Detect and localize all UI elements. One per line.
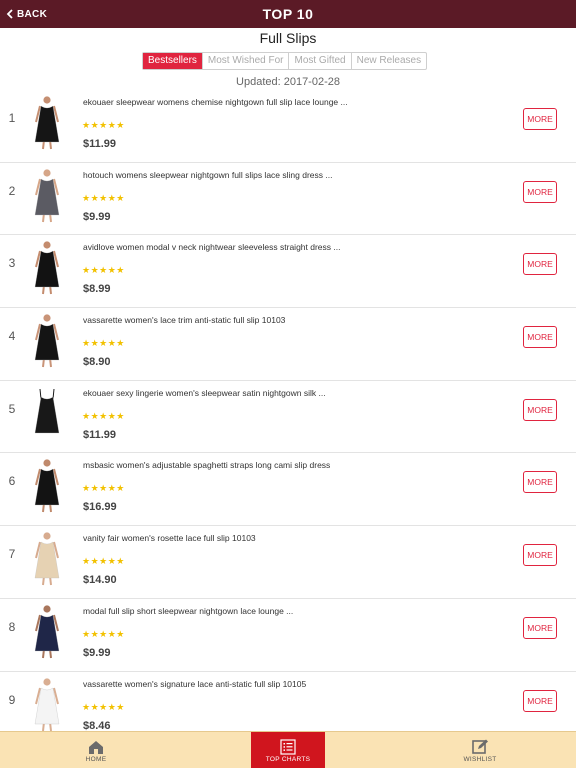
list-item[interactable]: 7 vanity fair women's rosette lace full s… [0, 526, 576, 599]
product-name[interactable]: vassarette women's signature lace anti-s… [83, 679, 503, 689]
tab-home[interactable]: HOME [59, 732, 133, 768]
category-title: Full Slips [259, 30, 317, 46]
rank-number: 4 [8, 329, 16, 344]
tab-bestsellers[interactable]: Bestsellers [143, 53, 202, 69]
tab-wishlist[interactable]: WISHLIST [443, 732, 517, 768]
more-button[interactable]: MORE [523, 253, 557, 276]
star-rating: ★★★★★ [82, 701, 125, 712]
product-name[interactable]: hotouch womens sleepwear nightgown full … [83, 170, 503, 180]
home-icon [89, 740, 103, 754]
rank-number: 7 [8, 547, 16, 562]
more-button[interactable]: MORE [523, 544, 557, 567]
product-price: $9.99 [83, 646, 111, 659]
product-price: $8.90 [83, 356, 111, 369]
list-item[interactable]: 5 ekouaer sexy lingerie women's sleepwear… [0, 381, 576, 454]
back-label: BACK [17, 8, 48, 20]
star-rating: ★★★★★ [82, 192, 125, 203]
product-image[interactable] [26, 676, 68, 732]
tab-home-label: HOME [85, 755, 107, 763]
product-price: $8.99 [83, 283, 111, 296]
star-rating: ★★★★★ [82, 556, 125, 567]
tab-wishlist-label: WISHLIST [463, 755, 497, 763]
list-item[interactable]: 3 avidlove women modal v neck nightwear s… [0, 235, 576, 309]
more-button[interactable]: MORE [523, 180, 557, 203]
rank-number: 8 [8, 619, 16, 634]
list-item[interactable]: 4 vassarette women's lace trim anti-stati… [0, 308, 576, 381]
tab-most-gifted[interactable]: Most Gifted [288, 53, 350, 69]
product-image[interactable] [26, 530, 68, 586]
updated-date: Updated: 2017-02-28 [236, 76, 340, 88]
list-item[interactable]: 6 msbasic women's adjustable spaghetti st… [0, 453, 576, 527]
product-name[interactable]: ekouaer sleepwear womens chemise nightgo… [83, 97, 503, 107]
more-button[interactable]: MORE [523, 108, 557, 130]
product-image[interactable] [26, 94, 68, 150]
star-rating: ★★★★★ [82, 338, 125, 349]
ranking-segmented-control: Bestsellers Most Wished For Most Gifted … [142, 52, 428, 70]
tab-top-charts[interactable]: TOP CHARTS [251, 732, 325, 768]
back-button[interactable]: BACK [6, 0, 47, 28]
product-name[interactable]: msbasic women's adjustable spaghetti str… [83, 460, 503, 470]
rank-number: 2 [8, 183, 16, 198]
rank-number: 6 [8, 474, 16, 489]
list-item[interactable]: 2 hotouch womens sleepwear nightgown full… [0, 163, 576, 236]
product-price: $11.99 [83, 138, 117, 150]
more-button[interactable]: MORE [523, 471, 557, 494]
top-bar: BACK TOP 10 [0, 0, 576, 28]
more-button[interactable]: MORE [523, 689, 557, 712]
product-price: $9.99 [83, 210, 111, 223]
bottom-tab-bar: HOME TOP CHARTS WISHLIST [0, 731, 576, 768]
chart-list-icon [280, 738, 296, 755]
star-rating: ★★★★★ [82, 265, 125, 276]
product-list: 1 ekouaer sleepwear womens chemise nightg… [0, 90, 576, 744]
star-rating: ★★★★★ [82, 410, 125, 421]
rank-number: 5 [8, 401, 16, 416]
product-name[interactable]: ekouaer sexy lingerie women's sleepwear … [83, 388, 503, 398]
star-rating: ★★★★★ [82, 628, 125, 639]
rank-number: 3 [8, 256, 16, 271]
product-price: $14.90 [83, 574, 117, 587]
rank-number: 9 [8, 692, 16, 707]
product-image[interactable] [26, 312, 68, 368]
star-rating: ★★★★★ [82, 483, 125, 494]
tab-most-wished-for[interactable]: Most Wished For [201, 53, 289, 69]
list-item[interactable]: 1 ekouaer sleepwear womens chemise nightg… [0, 90, 576, 163]
product-price: $11.99 [83, 428, 117, 441]
rank-number: 1 [8, 111, 16, 125]
product-image[interactable] [26, 603, 68, 659]
product-image[interactable] [26, 239, 68, 295]
tab-top-charts-label: TOP CHARTS [265, 755, 311, 763]
list-item[interactable]: 8 modal full slip short sleepwear nightgo… [0, 599, 576, 672]
chevron-left-icon [6, 8, 15, 20]
product-price: $8.46 [83, 719, 111, 732]
more-button[interactable]: MORE [523, 616, 557, 639]
product-name[interactable]: modal full slip short sleepwear nightgow… [83, 606, 503, 616]
product-name[interactable]: avidlove women modal v neck nightwear sl… [83, 242, 503, 252]
more-button[interactable]: MORE [523, 398, 557, 421]
tab-new-releases[interactable]: New Releases [350, 53, 426, 69]
more-button[interactable]: MORE [523, 326, 557, 349]
star-rating: ★★★★★ [82, 120, 125, 130]
product-image[interactable] [26, 167, 68, 223]
product-price: $16.99 [83, 501, 117, 514]
product-image[interactable] [26, 385, 68, 441]
product-name[interactable]: vanity fair women's rosette lace full sl… [83, 533, 503, 543]
product-name[interactable]: vassarette women's lace trim anti-static… [83, 315, 503, 325]
edit-icon [472, 739, 488, 754]
product-image[interactable] [26, 457, 68, 513]
page-title: TOP 10 [262, 6, 314, 22]
